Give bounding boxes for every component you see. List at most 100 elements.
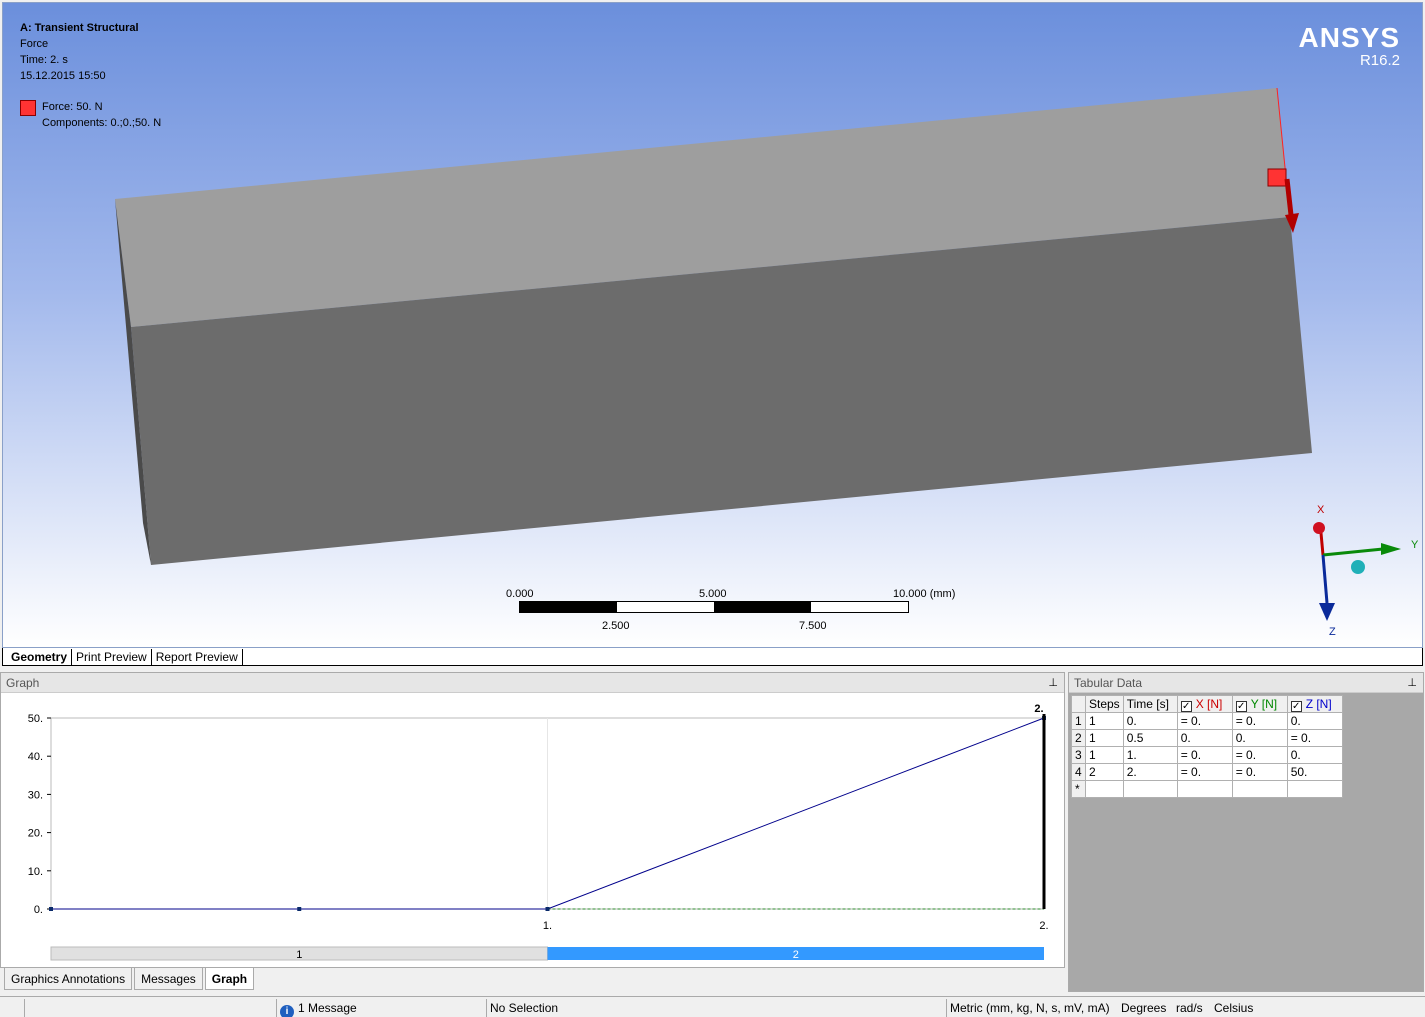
table-cell[interactable]: 1. (1122, 746, 1178, 764)
col-x-label: X [N] (1195, 696, 1223, 711)
col-z-label: Z [N] (1305, 696, 1332, 711)
tab-graphics-annotations[interactable]: Graphics Annotations (4, 968, 133, 990)
step-label: 2 (793, 949, 799, 961)
data-point (49, 907, 53, 911)
force-chart[interactable]: 0. 10. 20. 30. 40. 50. 1. 2. 2. 1 2 (1, 693, 1064, 967)
table-cell[interactable]: 0.5 (1122, 729, 1178, 747)
col-x[interactable]: ✓ X [N] (1176, 695, 1233, 713)
scale-label-0: 0.000 (506, 588, 534, 600)
triad-isometric-ball[interactable] (1351, 560, 1365, 574)
pin-icon[interactable]: ⊥ (1048, 673, 1058, 693)
scale-label-2500: 2.500 (602, 620, 630, 632)
messages-count: 1 Message (298, 1001, 357, 1015)
tabular-data-panel: Tabular Data ⊥ Steps Time [s] ✓ X [N] ✓ Y … (1068, 672, 1424, 992)
step-label: 1 (296, 949, 302, 961)
table-cell[interactable]: = 0. (1231, 712, 1288, 730)
legend-force: Force: 50. N (42, 101, 103, 113)
table-cell[interactable]: 2. (1122, 763, 1178, 781)
table-cell[interactable]: = 0. (1231, 746, 1288, 764)
tab-geometry[interactable]: Geometry (7, 649, 73, 665)
table-row[interactable]: 4 2 2. = 0. = 0. 50. (1071, 763, 1343, 781)
table-cell[interactable]: = 0. (1176, 712, 1233, 730)
x-checkbox[interactable]: ✓ (1180, 700, 1192, 712)
row-number: * (1071, 780, 1086, 798)
pin-icon[interactable]: ⊥ (1407, 673, 1417, 693)
table-cell[interactable]: = 0. (1286, 729, 1343, 747)
view-tabs: Geometry Print Preview Report Preview (2, 648, 1423, 666)
y-checkbox[interactable]: ✓ (1235, 700, 1247, 712)
viewport-info-block: A: Transient Structural Force Time: 2. s… (20, 20, 139, 84)
table-cell[interactable]: 0. (1231, 729, 1288, 747)
table-cell[interactable]: 0. (1286, 712, 1343, 730)
table-cell[interactable]: 0. (1286, 746, 1343, 764)
object-name: Force (20, 38, 49, 50)
force-legend: Force: 50. N Components: 0.;0.;50. N (20, 99, 161, 131)
triad-z-tip (1319, 603, 1335, 621)
analysis-title: A: Transient Structural (20, 22, 139, 34)
table-row[interactable]: 1 1 0. = 0. = 0. 0. (1071, 712, 1343, 730)
graphics-viewport[interactable]: X Y Z A: Transient Structural Force Time… (2, 2, 1423, 648)
status-selection: No Selection (486, 999, 946, 1017)
tab-graph[interactable]: Graph (204, 968, 255, 990)
date-label: 15.12.2015 15:50 (20, 70, 106, 82)
table-cell[interactable]: 50. (1286, 763, 1343, 781)
tab-report-preview[interactable]: Report Preview (152, 649, 243, 665)
table-row[interactable]: 2 1 0.5 0. 0. = 0. (1071, 729, 1343, 747)
tab-print-preview[interactable]: Print Preview (72, 649, 152, 665)
x-tick-label: 2. (1039, 920, 1048, 932)
graph-title: Graph (6, 676, 40, 690)
coordinate-triad[interactable] (1313, 522, 1401, 621)
table-cell[interactable]: = 0. (1176, 746, 1233, 764)
z-checkbox[interactable]: ✓ (1290, 700, 1302, 712)
triad-x-label: X (1317, 504, 1325, 516)
y-tick-label: 50. (28, 713, 43, 725)
scale-bar: 0.000 5.000 10.000 (mm) 2.500 7.500 (503, 586, 973, 636)
triad-y-axis (1322, 547, 1384, 557)
bottom-tabs: Graphics Annotations Messages Graph (0, 968, 1065, 992)
tab-messages[interactable]: Messages (134, 968, 203, 990)
row-number: 2 (1071, 729, 1086, 747)
time-label: Time: 2. s (20, 54, 68, 66)
geometry-scene[interactable]: X Y Z (3, 3, 1423, 648)
table-cell[interactable] (1176, 780, 1233, 798)
status-temp[interactable]: Celsius (1211, 999, 1386, 1017)
col-y-label: Y [N] (1250, 696, 1278, 711)
scale-label-7500: 7.500 (799, 620, 827, 632)
table-cell[interactable]: = 0. (1231, 763, 1288, 781)
table-cell[interactable]: 0. (1176, 729, 1233, 747)
tabular-grid[interactable]: Steps Time [s] ✓ X [N] ✓ Y [N] ✓ Z [N] 1 1 0.… (1071, 695, 1343, 798)
status-rate[interactable]: rad/s (1173, 999, 1211, 1017)
status-angle[interactable]: Degrees (1118, 999, 1173, 1017)
table-cell[interactable]: 1 (1085, 712, 1124, 730)
table-cell[interactable]: 1 (1085, 729, 1124, 747)
peak-label: 2. (1034, 703, 1043, 715)
col-y[interactable]: ✓ Y [N] (1231, 695, 1288, 713)
y-tick-label: 30. (28, 789, 43, 801)
table-cell[interactable]: 1 (1085, 746, 1124, 764)
table-row[interactable]: 3 1 1. = 0. = 0. 0. (1071, 746, 1343, 764)
table-cell[interactable] (1286, 780, 1343, 798)
row-number: 3 (1071, 746, 1086, 764)
scale-label-5: 5.000 (699, 588, 727, 600)
scale-bar-track (519, 601, 909, 613)
triad-z-axis (1321, 554, 1329, 604)
data-point (297, 907, 302, 911)
y-tick-label: 20. (28, 828, 43, 840)
col-z[interactable]: ✓ Z [N] (1286, 695, 1343, 713)
force-label-marker[interactable] (1267, 168, 1287, 187)
table-cell[interactable]: = 0. (1176, 763, 1233, 781)
table-cell[interactable] (1122, 780, 1178, 798)
status-messages[interactable]: i 1 Message (276, 999, 486, 1017)
brand-name: ANSYS (1298, 22, 1400, 53)
table-row[interactable]: * (1071, 780, 1343, 798)
scale-label-10: 10.000 (mm) (893, 588, 956, 600)
table-cell[interactable] (1231, 780, 1288, 798)
col-time[interactable]: Time [s] (1122, 695, 1178, 713)
row-number: 1 (1071, 712, 1086, 730)
col-steps[interactable]: Steps (1085, 695, 1124, 713)
table-cell[interactable] (1085, 780, 1124, 798)
table-cell[interactable]: 0. (1122, 712, 1178, 730)
corner-cell (1071, 695, 1086, 713)
status-units[interactable]: Metric (mm, kg, N, s, mV, mA) (946, 999, 1118, 1017)
table-cell[interactable]: 2 (1085, 763, 1124, 781)
